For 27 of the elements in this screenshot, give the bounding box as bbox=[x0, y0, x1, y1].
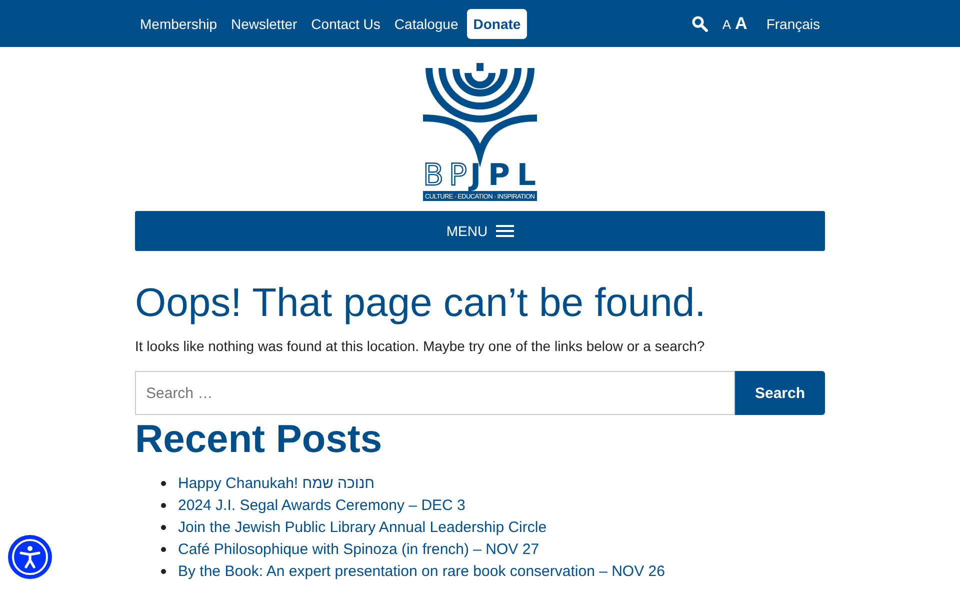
not-found-message: It looks like nothing was found at this location. Maybe try one of the links below or a search? bbox=[135, 338, 706, 354]
font-size-small[interactable]: A bbox=[722, 16, 732, 32]
post-link[interactable]: Join the Jewish Public Library Annual Leadership Circle bbox=[178, 518, 547, 536]
search-icon[interactable] bbox=[692, 16, 708, 32]
post-link[interactable]: Happy Chanukah! חנוכה שמח bbox=[178, 474, 375, 492]
section-heading: Recent Posts bbox=[135, 418, 384, 462]
donate-button[interactable]: Donate bbox=[467, 8, 527, 38]
bullet bbox=[161, 546, 166, 552]
nav-link[interactable]: Newsletter bbox=[226, 10, 302, 38]
post-link[interactable]: By the Book: An expert presentation on rare book conservation – NOV 26 bbox=[178, 562, 665, 580]
accessibility-button[interactable] bbox=[8, 535, 52, 579]
font-size-large[interactable]: A bbox=[735, 14, 748, 34]
post-link[interactable]: Café Philosophique with Spinoza (in french) – NOV 27 bbox=[178, 540, 540, 558]
nav-link[interactable]: Membership bbox=[135, 10, 222, 38]
nav-link[interactable]: Contact Us bbox=[306, 10, 386, 38]
page-heading: Oops! That page can’t be found. bbox=[135, 281, 707, 326]
bullet bbox=[161, 480, 166, 486]
nav-link[interactable]: Catalogue bbox=[389, 10, 464, 38]
post-link[interactable]: 2024 J.I. Segal Awards Ceremony – DEC 3 bbox=[178, 496, 466, 514]
bullet bbox=[161, 524, 166, 530]
menu-button[interactable]: MENU bbox=[440, 222, 520, 240]
bullet bbox=[161, 502, 166, 508]
language-link[interactable]: Français bbox=[761, 10, 825, 38]
search-button[interactable]: Search bbox=[735, 371, 825, 415]
bullet bbox=[161, 568, 166, 574]
menu-icon bbox=[496, 224, 514, 238]
search-field[interactable]: Search … bbox=[135, 371, 735, 415]
